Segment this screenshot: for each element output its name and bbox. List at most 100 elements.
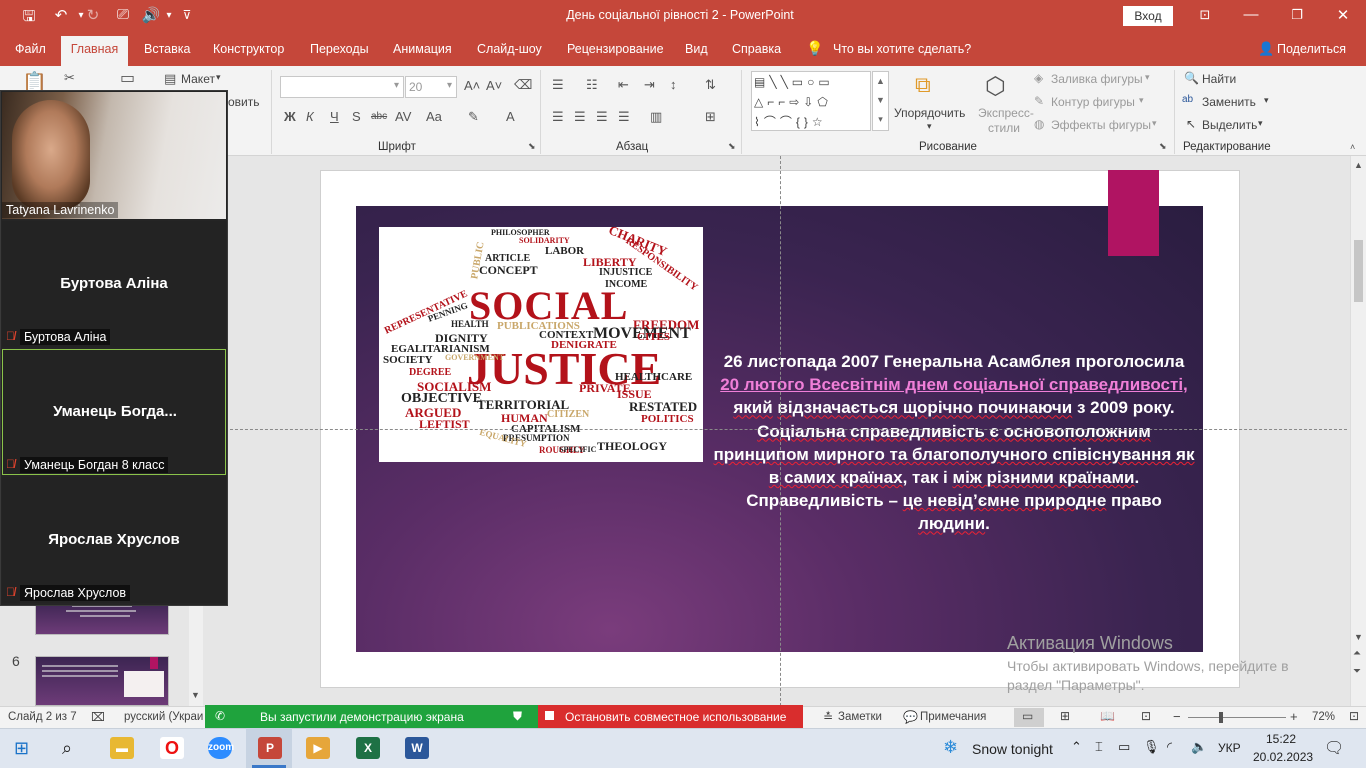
- layout-icon[interactable]: ▤: [164, 71, 176, 87]
- participant-video-tatyana[interactable]: Tatyana Lavrinenko: [2, 92, 226, 219]
- highlight-icon[interactable]: ✎: [468, 109, 479, 125]
- slide-text-box[interactable]: 26 листопада 2007 Генеральна Асамблея пр…: [712, 350, 1196, 536]
- align-left-icon[interactable]: ☰: [552, 109, 564, 125]
- align-center-icon[interactable]: ☰: [574, 109, 586, 125]
- spellcheck-icon[interactable]: ⌧: [91, 710, 105, 724]
- layout-button[interactable]: Макет: [181, 72, 215, 86]
- decrease-indent-icon[interactable]: ⇤: [618, 77, 629, 93]
- shape-outline-button[interactable]: Контур фигуры: [1051, 95, 1135, 109]
- quick-styles-icon[interactable]: ⬡: [985, 72, 1006, 101]
- snowflake-weather-icon[interactable]: ❄: [943, 737, 958, 758]
- social-justice-wordcloud-image[interactable]: SOCIAL JUSTICE PHILOSOPHER SOLIDARITY CH…: [379, 227, 703, 462]
- clear-formatting-icon[interactable]: ⌫: [514, 77, 532, 93]
- slide-sorter-icon[interactable]: ⊞: [1060, 709, 1070, 723]
- arrange-icon[interactable]: ⧉: [915, 72, 931, 98]
- numbering-icon[interactable]: ☷: [586, 77, 598, 93]
- change-case-icon[interactable]: Aa: [426, 109, 442, 124]
- align-right-icon[interactable]: ☰: [596, 109, 608, 125]
- microphone-icon[interactable]: 🎙: [1143, 739, 1160, 755]
- file-explorer-icon[interactable]: ▬: [110, 737, 134, 759]
- tab-file[interactable]: Файл: [15, 42, 46, 56]
- show-hidden-icons-icon[interactable]: ⌃: [1071, 739, 1082, 755]
- slide-thumbnail-6[interactable]: [35, 656, 169, 706]
- tab-slideshow[interactable]: Слайд-шоу: [477, 42, 542, 56]
- zoom-slider-thumb[interactable]: [1219, 712, 1223, 723]
- tab-insert[interactable]: Вставка: [144, 42, 190, 56]
- minimize-icon[interactable]: —: [1240, 6, 1262, 23]
- notes-button[interactable]: Заметки: [838, 711, 882, 723]
- close-icon[interactable]: ✕: [1332, 6, 1354, 24]
- save-icon[interactable]: 🖫: [18, 6, 40, 31]
- shapes-gallery[interactable]: ▤╲╲▭○▭ △⌐⌐⇨⇩⬠ ⌇⌒⌒{}☆: [751, 71, 871, 131]
- restore-icon[interactable]: ❐: [1286, 7, 1308, 23]
- windows-start-icon[interactable]: ⊞: [14, 738, 29, 759]
- participant-tile-khruslov[interactable]: Ярослав Хруслов 🎙̸ Ярослав Хруслов: [2, 477, 226, 603]
- increase-font-icon[interactable]: A˄: [464, 78, 480, 93]
- previous-slide-icon[interactable]: ⏶: [1353, 648, 1361, 659]
- paragraph-dialog-launcher-icon[interactable]: ⬊: [728, 141, 736, 152]
- zoom-in-icon[interactable]: +: [1290, 709, 1298, 724]
- cut-icon[interactable]: ✂: [64, 70, 75, 86]
- volume-icon[interactable]: 🔈: [1191, 739, 1207, 755]
- tab-design[interactable]: Конструктор: [213, 42, 284, 56]
- wifi-icon[interactable]: ◜: [1167, 739, 1172, 755]
- share-button[interactable]: Поделиться: [1277, 42, 1346, 56]
- justify-icon[interactable]: ☰: [618, 109, 630, 125]
- increase-indent-icon[interactable]: ⇥: [644, 77, 655, 93]
- zoom-out-icon[interactable]: −: [1173, 709, 1181, 724]
- strikethrough-icon[interactable]: abc: [371, 111, 387, 122]
- zoom-app-icon[interactable]: zoom: [208, 737, 234, 759]
- undo-icon[interactable]: ↶: [50, 6, 72, 24]
- drawing-dialog-launcher-icon[interactable]: ⬊: [1159, 141, 1167, 152]
- notifications-icon[interactable]: 🗨: [1324, 738, 1344, 758]
- stop-share-button[interactable]: Остановить совместное использование: [538, 705, 803, 728]
- zoom-video-panel[interactable]: Tatyana Lavrinenko Буртова Аліна 🎙̸ Бурт…: [0, 90, 228, 606]
- decrease-font-icon[interactable]: A˅: [486, 78, 502, 93]
- clock-date[interactable]: 20.02.2023: [1253, 750, 1313, 764]
- editor-vertical-scrollbar[interactable]: ▲ ▼ ⏶ ⏷: [1350, 156, 1366, 706]
- shapes-gallery-scroll[interactable]: ▲ ▼ ▾: [872, 71, 889, 131]
- slide-hyperlink[interactable]: 20 лютого Всесвітнім днем соціальної спр…: [720, 375, 1188, 394]
- tab-animations[interactable]: Анимация: [393, 42, 452, 56]
- vertical-guide[interactable]: [780, 156, 781, 706]
- reset-button-partial[interactable]: овить: [228, 95, 260, 109]
- underline-icon[interactable]: Ч: [330, 109, 339, 124]
- customize-qat-icon[interactable]: ⊽: [176, 8, 198, 22]
- ribbon-display-options-icon[interactable]: ⊡: [1194, 7, 1216, 23]
- opera-icon[interactable]: O: [160, 737, 184, 759]
- quick-styles-button[interactable]: Экспресс-стили: [978, 106, 1034, 136]
- usb-device-icon[interactable]: ⌶: [1095, 739, 1103, 755]
- shadow-icon[interactable]: S: [352, 109, 361, 124]
- language-indicator[interactable]: русский (Украи: [124, 711, 203, 723]
- font-dialog-launcher-icon[interactable]: ⬊: [528, 141, 536, 152]
- fit-slide-icon[interactable]: ⊡: [1349, 709, 1359, 723]
- italic-icon[interactable]: К: [306, 109, 314, 124]
- weather-text[interactable]: Snow tonight: [972, 741, 1053, 757]
- media-player-icon[interactable]: ▶: [306, 737, 330, 759]
- login-button[interactable]: Вход: [1123, 6, 1173, 26]
- horizontal-guide[interactable]: [205, 429, 1347, 430]
- tab-home[interactable]: Главная: [61, 36, 128, 66]
- font-name-dropdown[interactable]: ▾: [280, 76, 404, 98]
- search-icon[interactable]: ⌕: [62, 738, 72, 759]
- powerpoint-icon[interactable]: P: [258, 737, 282, 759]
- input-language[interactable]: УКР: [1218, 741, 1241, 755]
- line-spacing-icon[interactable]: ↕: [670, 77, 677, 92]
- select-button[interactable]: Выделить: [1202, 118, 1257, 132]
- comments-button[interactable]: Примечания: [920, 711, 986, 723]
- next-slide-icon[interactable]: ⏷: [1353, 666, 1361, 677]
- shape-fill-button[interactable]: Заливка фигуры: [1051, 72, 1143, 86]
- scroll-down-icon[interactable]: ▼: [191, 690, 200, 700]
- slide-counter[interactable]: Слайд 2 из 7: [8, 711, 77, 723]
- font-size-dropdown[interactable]: 20 ▾: [405, 76, 457, 98]
- columns-icon[interactable]: ▥: [650, 109, 662, 125]
- participant-tile-burtova[interactable]: Буртова Аліна 🎙̸ Буртова Аліна: [2, 221, 226, 347]
- clock-time[interactable]: 15:22: [1266, 732, 1296, 746]
- battery-icon[interactable]: ▭: [1118, 739, 1130, 755]
- scroll-thumb[interactable]: [1354, 240, 1363, 302]
- tell-me-search[interactable]: Что вы хотите сделать?: [833, 42, 971, 56]
- start-from-beginning-icon[interactable]: ⎚: [112, 6, 134, 23]
- arrange-button[interactable]: Упорядочить: [894, 106, 965, 120]
- word-icon[interactable]: W: [405, 737, 429, 759]
- bullets-icon[interactable]: ☰: [552, 77, 564, 93]
